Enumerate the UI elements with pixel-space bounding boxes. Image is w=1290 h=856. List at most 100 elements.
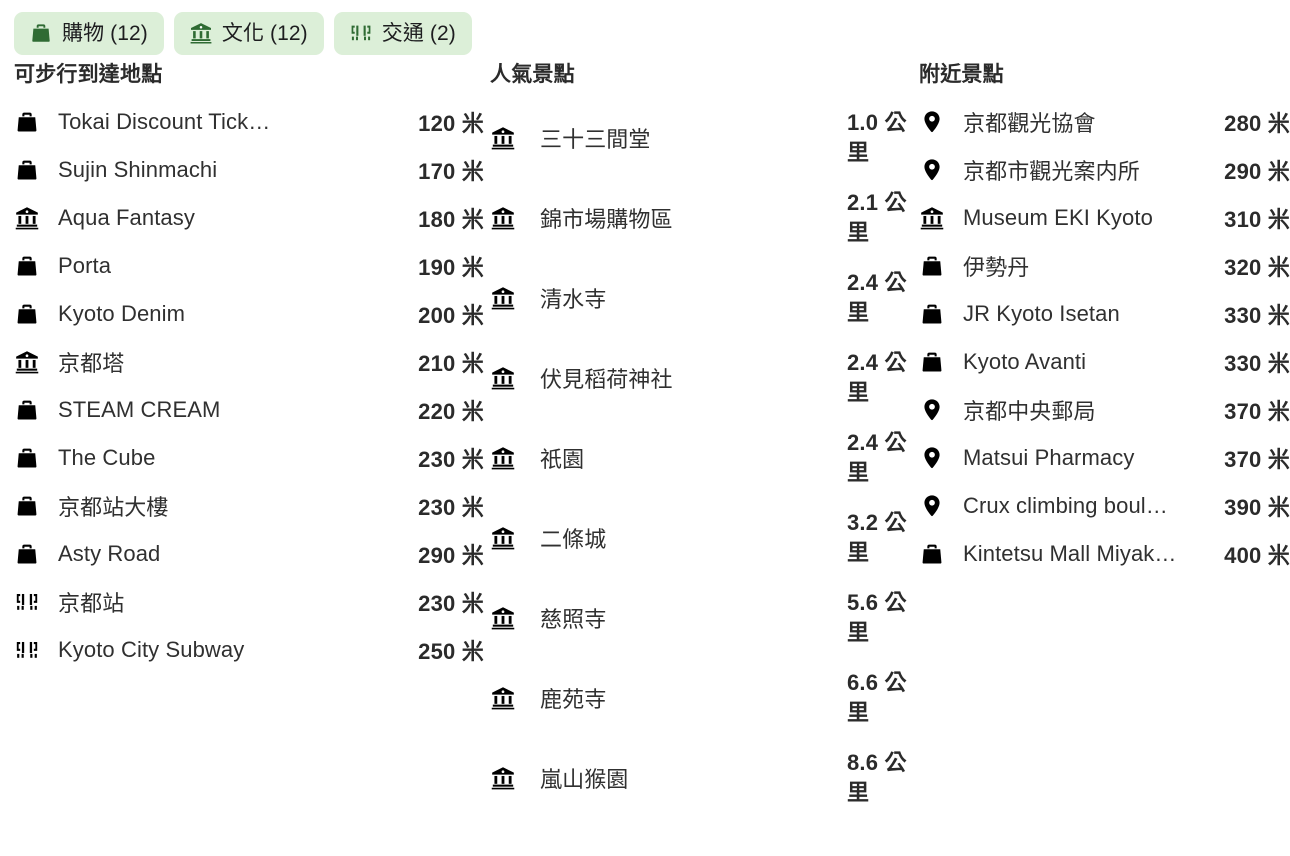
place-name: Porta xyxy=(58,253,112,278)
place-row[interactable]: 鹿苑寺 6.6 公里 xyxy=(490,658,919,738)
place-row[interactable]: 京都中央郵局 370 米 xyxy=(919,386,1290,434)
place-row[interactable]: Matsui Pharmacy 370 米 xyxy=(919,434,1290,482)
place-name: Kyoto Avanti xyxy=(963,349,1087,374)
place-row[interactable]: Kintetsu Mall Miyak… 400 米 xyxy=(919,530,1290,578)
museum-icon xyxy=(490,605,526,631)
shopping-bag-icon xyxy=(14,301,48,327)
place-name: 慈照寺 xyxy=(540,607,607,632)
place-distance: 390 米 xyxy=(1224,495,1290,520)
filter-chip-2[interactable]: 文化 (12) xyxy=(173,12,324,55)
place-row[interactable]: 三十三間堂 1.0 公里 xyxy=(490,98,919,178)
place-name: 京都塔 xyxy=(58,351,125,376)
place-distance: 6.6 公里 xyxy=(847,670,907,725)
filter-chip-3[interactable]: 交通 (2) xyxy=(333,12,472,55)
place-row[interactable]: 二條城 3.2 公里 xyxy=(490,498,919,578)
place-row[interactable]: 清水寺 2.4 公里 xyxy=(490,258,919,338)
museum-icon xyxy=(490,685,526,711)
place-distance: 290 米 xyxy=(1224,159,1290,184)
place-row[interactable]: Kyoto City Subway 250 米 xyxy=(14,626,484,674)
place-name: 清水寺 xyxy=(540,287,607,312)
place-distance: 2.4 公里 xyxy=(847,350,907,405)
place-row[interactable]: Kyoto Denim 200 米 xyxy=(14,290,484,338)
column-popular: 人氣景點 三十三間堂 1.0 公里 錦市場購物區 2.1 公里 清水寺 2.4 公里 伏見稻… xyxy=(484,60,919,818)
place-row[interactable]: Porta 190 米 xyxy=(14,242,484,290)
place-name: STEAM CREAM xyxy=(58,397,221,422)
place-row[interactable]: 京都市觀光案内所 290 米 xyxy=(919,146,1290,194)
walkable-place-list: Tokai Discount Tick… 120 米 Sujin Shinmachi… xyxy=(14,98,484,674)
place-distance: 310 米 xyxy=(1224,207,1290,232)
place-row[interactable]: 伊勢丹 320 米 xyxy=(919,242,1290,290)
shopping-bag-icon xyxy=(14,397,48,423)
place-distance: 2.4 公里 xyxy=(847,270,907,325)
place-name: JR Kyoto Isetan xyxy=(963,301,1120,326)
museum-icon xyxy=(490,765,526,791)
place-distance: 370 米 xyxy=(1224,399,1290,424)
place-name: 錦市場購物區 xyxy=(540,207,673,232)
place-row[interactable]: JR Kyoto Isetan 330 米 xyxy=(919,290,1290,338)
place-name: 伊勢丹 xyxy=(963,255,1030,280)
shopping-bag-icon xyxy=(919,301,953,327)
place-row[interactable]: Crux climbing boul… 390 米 xyxy=(919,482,1290,530)
section-title-walkable: 可步行到達地點 xyxy=(14,63,163,86)
section-title-nearby: 附近景點 xyxy=(919,63,1004,86)
place-row[interactable]: Museum EKI Kyoto 310 米 xyxy=(919,194,1290,242)
place-name: Kyoto City Subway xyxy=(58,637,245,662)
place-distance: 170 米 xyxy=(418,159,484,184)
place-row[interactable]: 京都站 230 米 xyxy=(14,578,484,626)
transit-icon xyxy=(14,637,48,663)
place-distance: 250 米 xyxy=(418,639,484,664)
shopping-bag-icon xyxy=(14,109,48,135)
filter-chip-1[interactable]: 購物 (12) xyxy=(14,12,164,55)
place-name: 祇園 xyxy=(540,447,585,472)
place-distance: 220 米 xyxy=(418,399,484,424)
place-row[interactable]: 嵐山猴園 8.6 公里 xyxy=(490,738,919,818)
place-distance: 3.2 公里 xyxy=(847,510,907,565)
place-row[interactable]: Tokai Discount Tick… 120 米 xyxy=(14,98,484,146)
map-pin-icon xyxy=(919,445,953,471)
popular-place-list: 三十三間堂 1.0 公里 錦市場購物區 2.1 公里 清水寺 2.4 公里 伏見稻荷神社 2.… xyxy=(490,98,919,818)
shopping-bag-icon xyxy=(29,21,53,45)
shopping-bag-icon xyxy=(14,445,48,471)
place-distance: 370 米 xyxy=(1224,447,1290,472)
category-filter-chips: 購物 (12) 文化 (12) 交通 (2) xyxy=(0,0,1290,60)
museum-icon xyxy=(490,525,526,551)
place-name: 京都站大樓 xyxy=(58,495,169,520)
place-name: 嵐山猴園 xyxy=(540,767,629,792)
place-distance: 400 米 xyxy=(1224,543,1290,568)
place-name: 鹿苑寺 xyxy=(540,687,607,712)
place-row[interactable]: 京都站大樓 230 米 xyxy=(14,482,484,530)
place-row[interactable]: 京都塔 210 米 xyxy=(14,338,484,386)
place-distance: 2.1 公里 xyxy=(847,190,907,245)
place-row[interactable]: Aqua Fantasy 180 米 xyxy=(14,194,484,242)
place-row[interactable]: STEAM CREAM 220 米 xyxy=(14,386,484,434)
place-distance: 200 米 xyxy=(418,303,484,328)
section-title-popular: 人氣景點 xyxy=(490,63,575,86)
place-distance: 280 米 xyxy=(1224,111,1290,136)
place-row[interactable]: The Cube 230 米 xyxy=(14,434,484,482)
shopping-bag-icon xyxy=(14,493,48,519)
place-distance: 120 米 xyxy=(418,111,484,136)
place-row[interactable]: 伏見稻荷神社 2.4 公里 xyxy=(490,338,919,418)
place-row[interactable]: 京都觀光協會 280 米 xyxy=(919,98,1290,146)
nearby-places-panel: 購物 (12) 文化 (12) 交通 (2) 可步行到達地點 Tokai Disco… xyxy=(0,0,1290,856)
place-distance: 330 米 xyxy=(1224,351,1290,376)
place-name: Matsui Pharmacy xyxy=(963,445,1135,470)
place-row[interactable]: Sujin Shinmachi 170 米 xyxy=(14,146,484,194)
transit-icon xyxy=(14,589,48,615)
place-row[interactable]: Kyoto Avanti 330 米 xyxy=(919,338,1290,386)
place-distance: 330 米 xyxy=(1224,303,1290,328)
place-row[interactable]: Asty Road 290 米 xyxy=(14,530,484,578)
transit-icon xyxy=(349,21,373,45)
map-pin-icon xyxy=(919,109,953,135)
column-walkable: 可步行到達地點 Tokai Discount Tick… 120 米 Sujin S… xyxy=(14,60,484,674)
place-row[interactable]: 錦市場購物區 2.1 公里 xyxy=(490,178,919,258)
place-name: Museum EKI Kyoto xyxy=(963,205,1153,230)
place-row[interactable]: 慈照寺 5.6 公里 xyxy=(490,578,919,658)
place-row[interactable]: 祇園 2.4 公里 xyxy=(490,418,919,498)
place-distance: 230 米 xyxy=(418,447,484,472)
place-name: 二條城 xyxy=(540,527,607,552)
shopping-bag-icon xyxy=(14,157,48,183)
place-name: Tokai Discount Tick… xyxy=(58,109,271,134)
place-name: Aqua Fantasy xyxy=(58,205,195,230)
shopping-bag-icon xyxy=(14,253,48,279)
